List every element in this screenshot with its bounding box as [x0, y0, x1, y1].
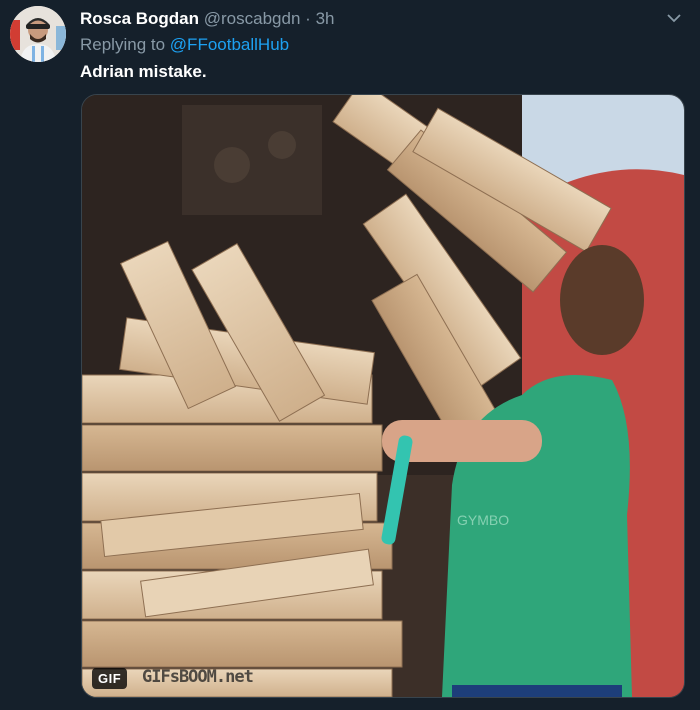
tweet-time[interactable]: 3h	[316, 9, 335, 28]
author-handle[interactable]: @roscabgdn	[204, 9, 301, 28]
avatar[interactable]	[10, 6, 66, 62]
tweet-text: Adrian mistake.	[80, 62, 207, 81]
tweet-media-gif[interactable]: GYMBO GIFsBOOM.net GIF	[81, 94, 685, 698]
header-separator: ·	[305, 9, 311, 28]
gif-frame: GYMBO	[82, 95, 684, 697]
tweet-header: Rosca Bogdan @roscabgdn · 3h	[80, 8, 680, 30]
author-name[interactable]: Rosca Bogdan	[80, 9, 199, 28]
svg-text:GYMBO: GYMBO	[457, 512, 509, 528]
gif-badge: GIF	[92, 668, 128, 689]
reply-mention-link[interactable]: @FFootballHub	[170, 35, 289, 54]
avatar-image	[10, 6, 66, 62]
tweet[interactable]: Rosca Bogdan @roscabgdn · 3h Replying to…	[0, 0, 700, 710]
gif-watermark: GIFsBOOM.net	[142, 667, 254, 687]
reply-context: Replying to @FFootballHub	[80, 34, 289, 56]
reply-prefix: Replying to	[80, 35, 166, 54]
chevron-down-icon[interactable]	[666, 10, 682, 26]
